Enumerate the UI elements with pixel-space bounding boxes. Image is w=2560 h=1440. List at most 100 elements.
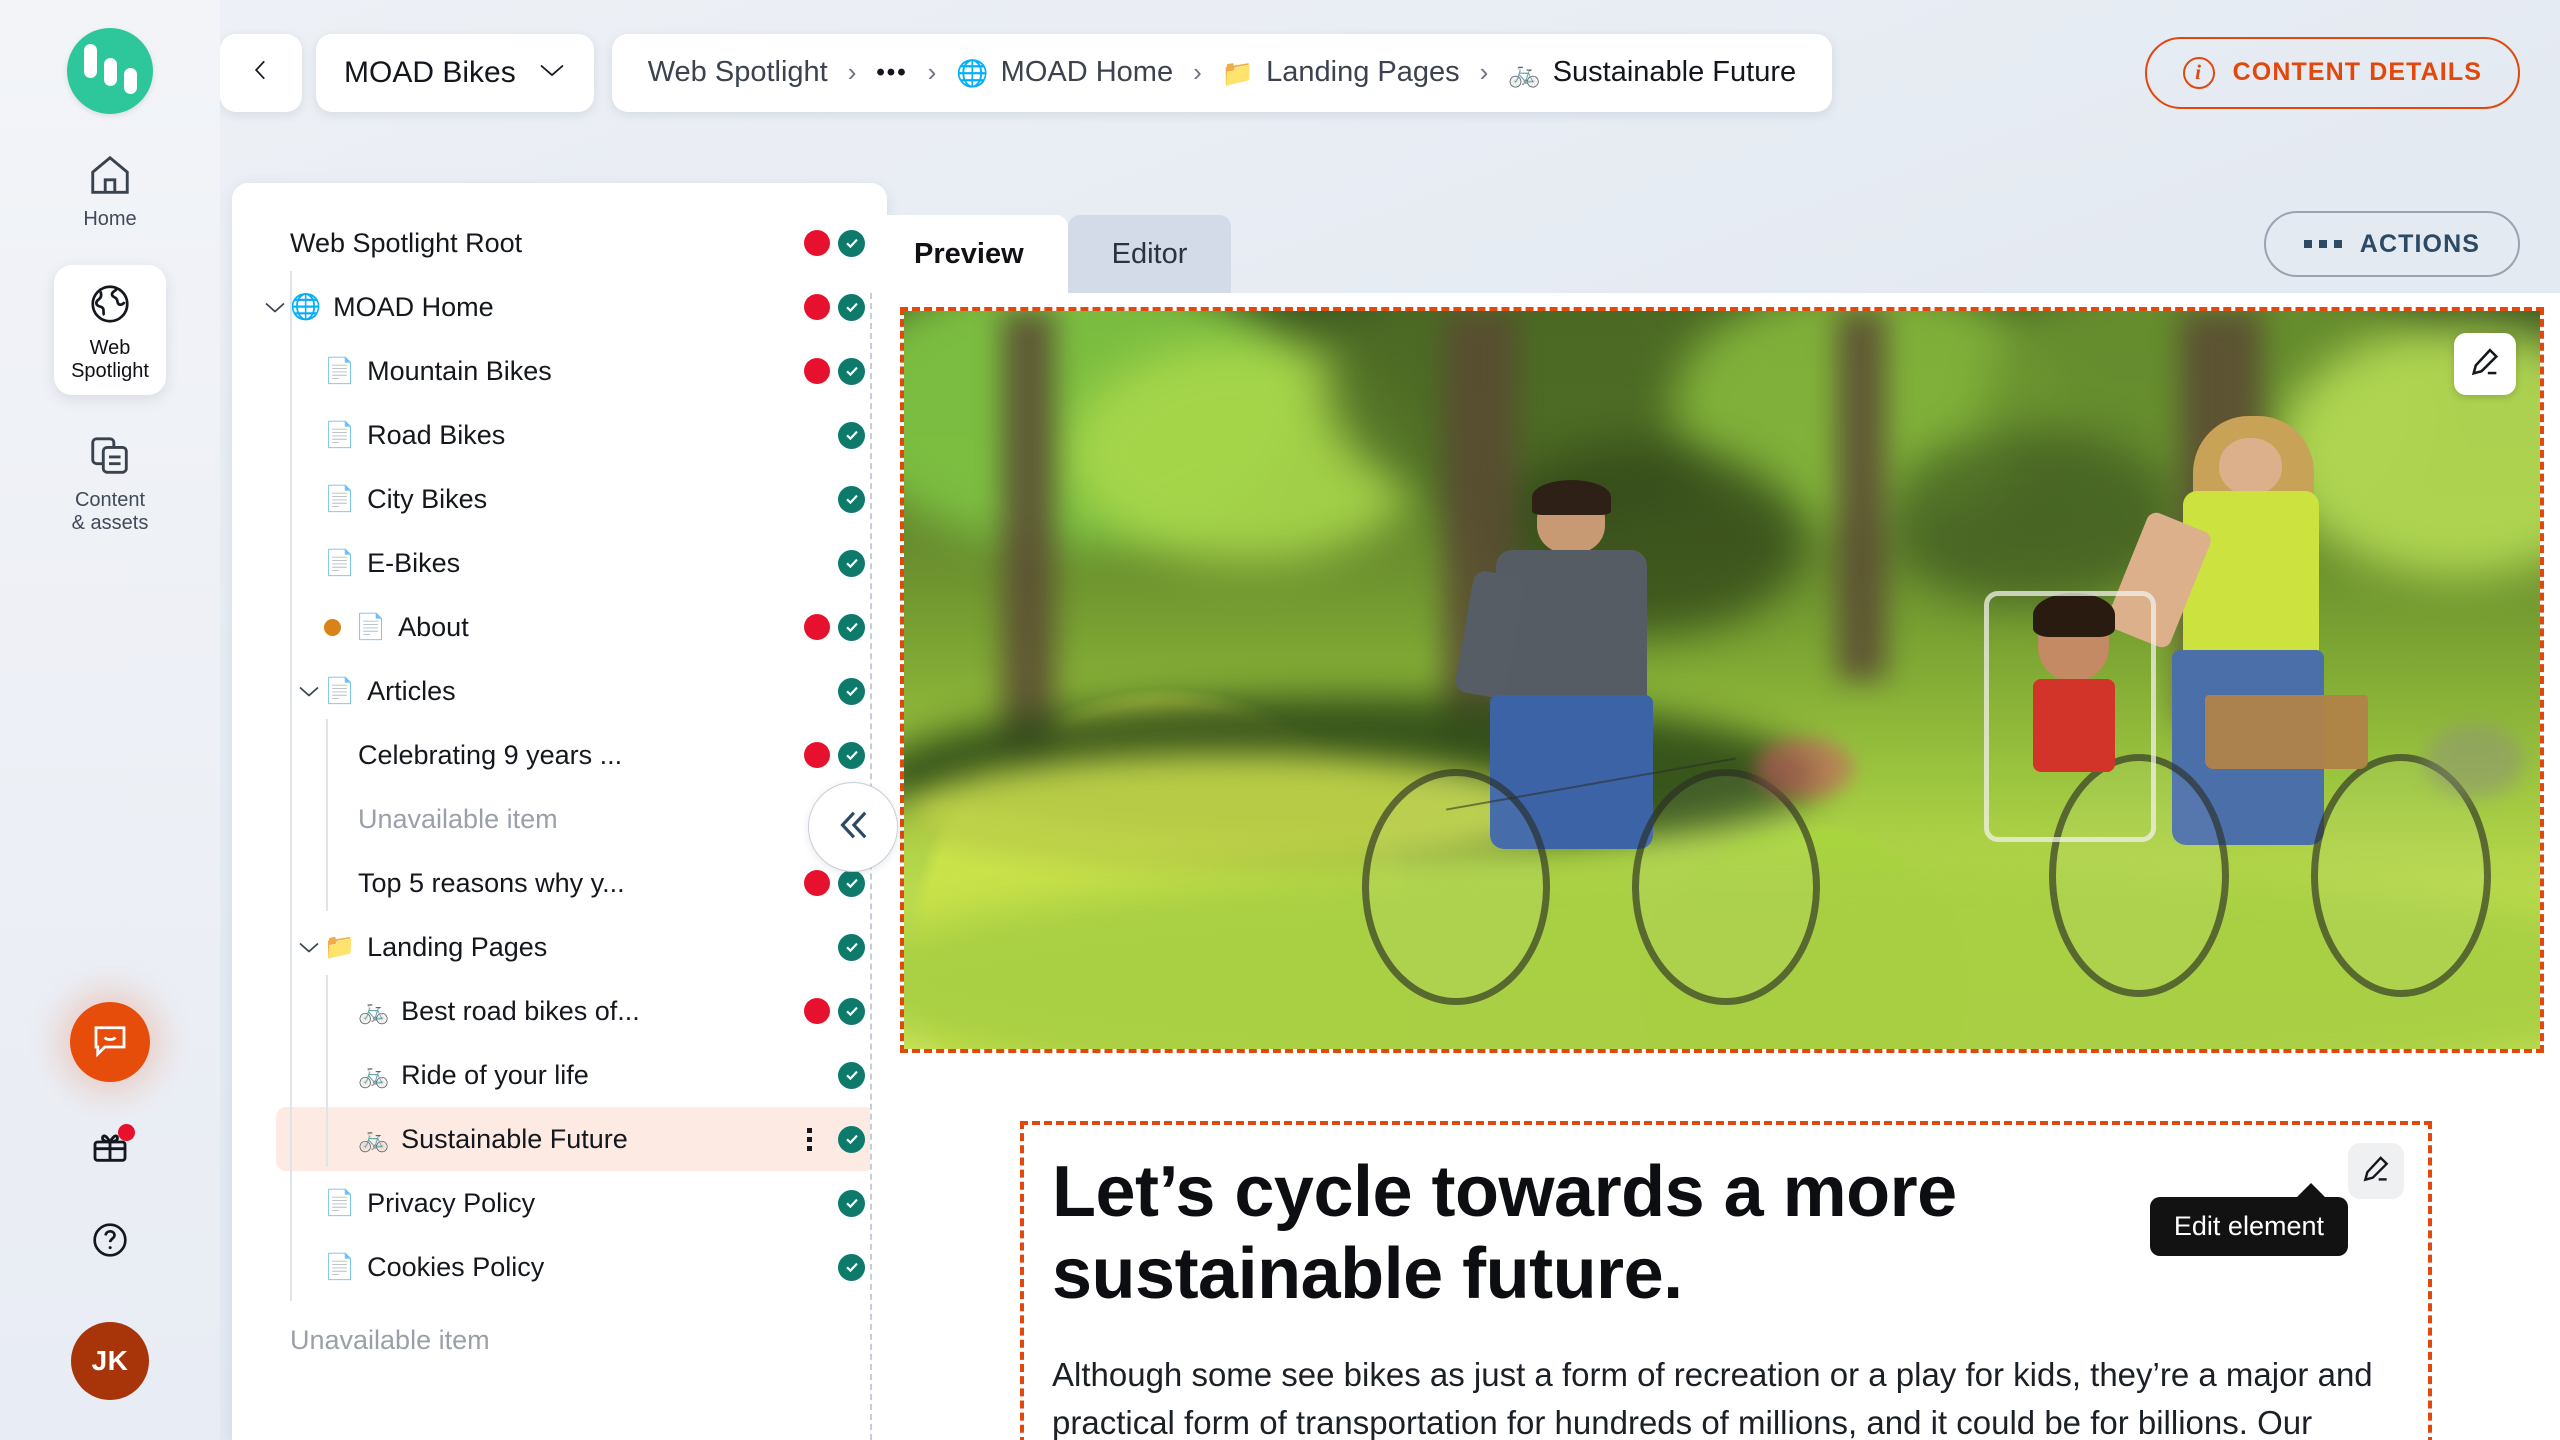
chevron-down-icon[interactable] xyxy=(260,292,290,322)
tree-chevron-placeholder xyxy=(294,420,324,450)
folder-icon: 📁 xyxy=(1222,60,1254,86)
hero-image-block[interactable] xyxy=(904,311,2540,1049)
tree-item-e-bikes[interactable]: 📄E-Bikes xyxy=(232,531,887,595)
status-badge-published xyxy=(838,1254,865,1281)
tree-item-top-5-reasons-why-y[interactable]: Top 5 reasons why y... xyxy=(232,851,887,915)
avatar[interactable]: JK xyxy=(71,1322,149,1400)
text-edit-button[interactable] xyxy=(2348,1143,2404,1199)
pencil-icon xyxy=(2468,345,2502,384)
status-badge-changes xyxy=(804,742,830,768)
sidebar-item-content-assets[interactable]: Content& assets xyxy=(54,417,166,547)
tree-item-unavailable-item[interactable]: Unavailable item xyxy=(232,787,887,851)
tree-item-articles[interactable]: 📄 Articles xyxy=(232,659,887,723)
actions-button[interactable]: ACTIONS xyxy=(2264,211,2520,277)
sidebar-item-home[interactable]: Home xyxy=(54,136,166,243)
tree-item-city-bikes[interactable]: 📄City Bikes xyxy=(232,467,887,531)
breadcrumb-separator: › xyxy=(928,57,937,88)
breadcrumb: Web Spotlight › ••• › 🌐 MOAD Home › 📁 La… xyxy=(612,34,1832,112)
status-badge-published xyxy=(838,1126,865,1153)
chevron-down-icon[interactable] xyxy=(294,676,324,706)
tree-item-label: City Bikes xyxy=(367,484,487,515)
tree-item-label: Sustainable Future xyxy=(401,1124,628,1155)
tab-editor[interactable]: Editor xyxy=(1068,215,1232,293)
top-bar: MOAD Bikes Web Spotlight › ••• › 🌐 MOAD … xyxy=(220,0,2560,145)
preview-surface: Let’s cycle towards a more sustainable f… xyxy=(870,293,2560,1440)
tree-item-privacy-policy[interactable]: 📄Privacy Policy xyxy=(232,1171,887,1235)
page-icon: 📄 xyxy=(324,679,355,704)
sidebar-item-content-assets-label: Content& assets xyxy=(72,489,149,535)
sidebar-item-web-spotlight[interactable]: WebSpotlight xyxy=(54,265,166,395)
breadcrumb-item-moad-home[interactable]: 🌐 MOAD Home xyxy=(956,56,1173,89)
folder-icon: 📁 xyxy=(324,935,355,960)
brand-logo[interactable] xyxy=(67,28,153,114)
whats-new-button[interactable] xyxy=(87,1126,133,1172)
page-icon: 📄 xyxy=(324,359,355,384)
feedback-button[interactable] xyxy=(70,1002,150,1082)
tree-item-label: Unavailable item xyxy=(358,804,558,835)
tree-chevron-placeholder xyxy=(328,1060,358,1090)
actions-label: ACTIONS xyxy=(2360,230,2480,259)
breadcrumb-separator: › xyxy=(1480,57,1489,88)
project-selector[interactable]: MOAD Bikes xyxy=(316,34,594,112)
row-menu-button[interactable] xyxy=(798,1128,820,1151)
content-details-button[interactable]: i CONTENT DETAILS xyxy=(2145,37,2520,109)
bicycle-icon: 🚲 xyxy=(1508,60,1540,86)
tree-item-label: Web Spotlight Root xyxy=(290,228,522,259)
status-badge-changes xyxy=(804,230,830,256)
bicycle-icon: 🚲 xyxy=(358,1127,389,1152)
tree-chevron-placeholder xyxy=(294,1188,324,1218)
collapse-tree-button[interactable] xyxy=(808,782,898,872)
tree-item-status xyxy=(804,230,865,257)
tree-guide-articles xyxy=(326,719,328,911)
tab-preview-label: Preview xyxy=(914,238,1024,271)
tree-item-best-road-bikes-of[interactable]: 🚲Best road bikes of... xyxy=(232,979,887,1043)
tree-item-label: Articles xyxy=(367,676,456,707)
breadcrumb-label: Sustainable Future xyxy=(1553,56,1796,89)
tree-item-status xyxy=(838,486,865,513)
tree-item-status xyxy=(838,1062,865,1089)
rail-bottom-actions: JK xyxy=(70,1002,150,1440)
chevron-down-icon xyxy=(538,61,566,84)
tree-chevron-placeholder xyxy=(294,612,324,642)
breadcrumb-item-sustainable-future[interactable]: 🚲 Sustainable Future xyxy=(1508,56,1796,89)
help-button[interactable] xyxy=(88,1220,132,1264)
tree-item-about[interactable]: 📄About xyxy=(232,595,887,659)
tree-item-status xyxy=(838,422,865,449)
tree-item-status xyxy=(838,934,865,961)
tree-item-ride-of-your-life[interactable]: 🚲Ride of your life xyxy=(232,1043,887,1107)
hero-edit-button[interactable] xyxy=(2454,333,2516,395)
status-badge-published xyxy=(838,294,865,321)
breadcrumb-item-web-spotlight[interactable]: Web Spotlight xyxy=(648,56,828,89)
tree-item-cookies-policy[interactable]: 📄Cookies Policy xyxy=(232,1235,887,1299)
tab-preview[interactable]: Preview xyxy=(870,215,1068,293)
tree-item-label: Landing Pages xyxy=(367,932,547,963)
sidebar-item-home-label: Home xyxy=(83,208,136,231)
tree-item-label: About xyxy=(398,612,469,643)
tree-item-label: Road Bikes xyxy=(367,420,505,451)
status-badge-changes xyxy=(804,614,830,640)
left-nav-rail: Home WebSpotlight Content& assets xyxy=(0,0,220,1440)
chevron-down-icon[interactable] xyxy=(294,932,324,962)
tree-chevron-placeholder xyxy=(294,548,324,578)
tree-item-sustainable-future[interactable]: 🚲 Sustainable Future xyxy=(276,1107,875,1171)
tree-item-mountain-bikes[interactable]: 📄Mountain Bikes xyxy=(232,339,887,403)
tree-guide-landing-pages xyxy=(326,975,328,1167)
status-badge-published xyxy=(838,934,865,961)
breadcrumb-item-landing-pages[interactable]: 📁 Landing Pages xyxy=(1222,56,1460,89)
tree-item-moad-home[interactable]: 🌐MOAD Home xyxy=(232,275,887,339)
tree-item-label: E-Bikes xyxy=(367,548,460,579)
breadcrumb-ellipsis[interactable]: ••• xyxy=(876,59,907,87)
status-badge-published xyxy=(838,1062,865,1089)
home-icon xyxy=(85,150,135,200)
status-badge-published xyxy=(838,870,865,897)
tree-item-status xyxy=(804,998,865,1025)
tree-chevron-placeholder xyxy=(328,996,358,1026)
project-name: MOAD Bikes xyxy=(344,56,516,90)
tree-item-celebrating-9-years[interactable]: Celebrating 9 years ... xyxy=(232,723,887,787)
tree-item-road-bikes[interactable]: 📄Road Bikes xyxy=(232,403,887,467)
tree-item-landing-pages[interactable]: 📁 Landing Pages xyxy=(232,915,887,979)
back-button[interactable] xyxy=(220,34,302,112)
text-element-block[interactable]: Let’s cycle towards a more sustainable f… xyxy=(1020,1121,2432,1440)
status-badge-published xyxy=(838,358,865,385)
tree-item-web-spotlight-root[interactable]: Web Spotlight Root xyxy=(232,211,887,275)
